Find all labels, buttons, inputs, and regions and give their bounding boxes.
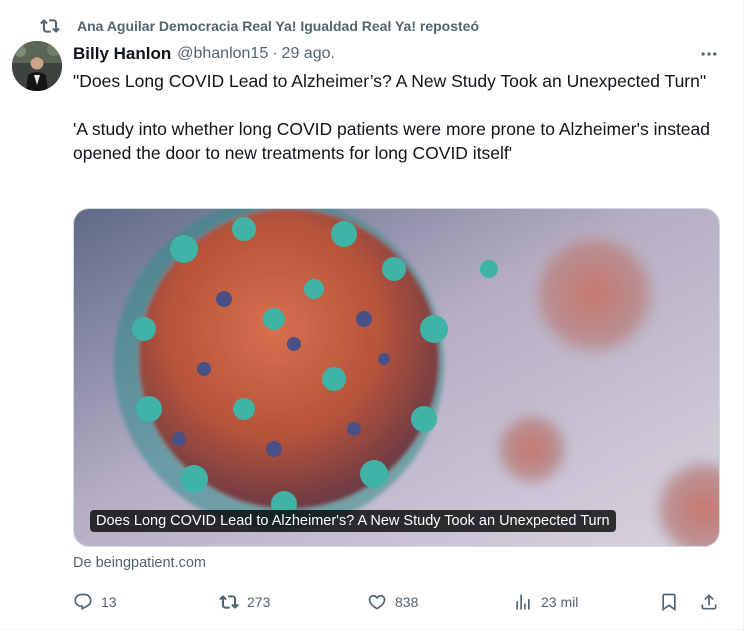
tweet-header: Billy Hanlon @bhanlon15 · 29 ago. [73, 42, 335, 66]
repost-icon [40, 16, 60, 36]
link-card[interactable]: Does Long COVID Lead to Alzheimer's? A N… [73, 208, 720, 547]
reply-icon [74, 593, 92, 611]
more-icon [701, 52, 717, 56]
action-bar: 13 273 838 23 mil [73, 588, 723, 616]
repost-icon [219, 595, 239, 609]
repost-label[interactable]: Ana Aguilar Democracia Real Ya! Igualdad… [77, 18, 479, 34]
card-source[interactable]: De beingpatient.com [73, 555, 206, 571]
like-count: 838 [395, 594, 419, 610]
share-icon [701, 594, 717, 610]
repost-button[interactable]: 273 [219, 588, 270, 616]
like-button[interactable]: 838 [367, 588, 418, 616]
more-options-button[interactable] [697, 42, 721, 66]
author-name[interactable]: Billy Hanlon [73, 44, 171, 64]
analytics-icon [516, 594, 530, 610]
tweet-text: "Does Long COVID Lead to Alzheimer’s? A … [73, 71, 711, 163]
views-button[interactable]: 23 mil [513, 588, 578, 616]
view-count: 23 mil [541, 594, 579, 610]
repost-count: 273 [247, 594, 271, 610]
author-handle[interactable]: @bhanlon15 [177, 45, 268, 63]
tweet-timestamp[interactable]: 29 ago. [282, 45, 335, 63]
reply-count: 13 [101, 594, 117, 610]
bookmark-icon [662, 593, 676, 612]
tweet-article[interactable]: Ana Aguilar Democracia Real Ya! Igualdad… [0, 0, 744, 630]
avatar[interactable] [12, 41, 62, 91]
card-caption: Does Long COVID Lead to Alzheimer's? A N… [90, 510, 616, 532]
share-button[interactable] [699, 588, 719, 616]
heart-icon [368, 594, 386, 610]
repost-context: Ana Aguilar Democracia Real Ya! Igualdad… [40, 14, 479, 38]
separator-dot: · [272, 45, 278, 62]
reply-button[interactable]: 13 [73, 588, 117, 616]
virus-image [74, 209, 719, 546]
bookmark-button[interactable] [659, 588, 679, 616]
